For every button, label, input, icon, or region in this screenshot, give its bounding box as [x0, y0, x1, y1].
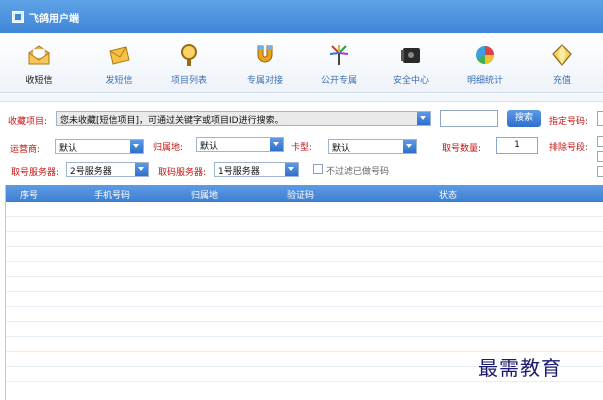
pie-chart-icon	[476, 46, 494, 64]
toolbar-item-label: 明细统计	[466, 76, 503, 86]
fetch-code-server-value: 1号服务器	[218, 167, 260, 177]
designate-number-label: 指定号码:	[549, 117, 589, 127]
card-type-label: 卡型:	[291, 143, 313, 153]
toolbar-item-receive-sms[interactable]: 收短信	[4, 33, 74, 93]
table-row	[6, 291, 603, 292]
chevron-down-icon[interactable]	[270, 138, 283, 151]
toolbar-item-label: 专属对接	[246, 76, 283, 86]
toolbar-item-send-sms[interactable]: 发短信	[84, 33, 154, 93]
diamond-icon	[552, 44, 572, 66]
toolbar-item-label: 充值	[552, 76, 571, 86]
fetch-code-server-label: 取码服务器:	[158, 168, 207, 178]
exclude-segment-input-1[interactable]	[597, 136, 603, 147]
table-row	[6, 231, 603, 232]
toolbar-item-exclusive-docking[interactable]: 专属对接	[230, 33, 300, 93]
carrier-select-value: 默认	[59, 144, 78, 154]
carrier-label: 运营商:	[10, 145, 41, 155]
toolbar-item-label: 发短信	[105, 76, 133, 86]
safe-icon	[401, 48, 420, 63]
magnet-icon	[257, 45, 273, 63]
count-input[interactable]: 1	[496, 137, 538, 154]
table-row	[6, 261, 603, 262]
region-label: 归属地:	[153, 143, 184, 153]
main-toolbar: 收短信 发短信 项目列表 专属对接 公开专属 安全中心 明细统计 充值	[0, 33, 603, 93]
card-type-select[interactable]: 默认	[328, 139, 417, 154]
chevron-down-icon[interactable]	[285, 163, 298, 176]
toolbar-item-label: 项目列表	[170, 76, 207, 86]
table-row	[6, 306, 603, 307]
app-logo-icon	[12, 11, 24, 23]
search-input[interactable]	[440, 110, 498, 127]
column-header-code[interactable]: 验证码	[287, 188, 314, 201]
toolbar-item-recharge[interactable]: 充值	[527, 33, 597, 93]
toolbar-item-label: 收短信	[25, 76, 53, 86]
project-label: 收藏项目:	[8, 117, 48, 127]
exclude-segment-input-3[interactable]	[597, 166, 603, 177]
chevron-down-icon[interactable]	[135, 163, 148, 176]
watermark-text: 最需教育	[478, 356, 562, 380]
envelope-send-icon	[109, 46, 130, 65]
region-select-value: 默认	[200, 142, 219, 152]
card-type-select-value: 默认	[332, 144, 351, 154]
column-header-status[interactable]: 状态	[439, 188, 457, 201]
envelope-open-icon	[28, 45, 50, 65]
fetch-number-server-label: 取号服务器:	[11, 168, 60, 178]
chevron-down-icon[interactable]	[130, 140, 143, 153]
table-header: 序号 手机号码 归属地 验证码 状态	[6, 185, 603, 202]
filter-used-checkbox[interactable]	[313, 164, 323, 174]
table-row	[6, 246, 603, 247]
designate-number-input[interactable]	[597, 111, 603, 126]
column-header-phone[interactable]: 手机号码	[94, 188, 130, 201]
toolbar-item-project-list[interactable]: 项目列表	[154, 33, 224, 93]
count-input-value: 1	[514, 140, 520, 150]
fetch-number-server-value: 2号服务器	[70, 167, 112, 177]
toolbar-item-detail-stats[interactable]: 明细统计	[450, 33, 520, 93]
magnifier-icon	[181, 44, 197, 66]
toolbar-item-label: 公开专属	[320, 76, 357, 86]
project-select[interactable]: 您未收藏[短信项目]，可通过关键字或项目ID进行搜索。	[56, 111, 431, 126]
search-button[interactable]: 搜索	[507, 110, 541, 127]
chevron-down-icon[interactable]	[417, 112, 430, 125]
region-select[interactable]: 默认	[196, 137, 284, 152]
count-label: 取号数量:	[442, 144, 482, 154]
fetch-code-server-select[interactable]: 1号服务器	[214, 162, 299, 177]
column-header-index[interactable]: 序号	[20, 188, 38, 201]
exclude-segment-label: 排除号段:	[549, 143, 589, 153]
table-row	[6, 321, 603, 322]
table-row	[6, 276, 603, 277]
table-row	[6, 381, 603, 382]
exclude-segment-input-2[interactable]	[597, 151, 603, 162]
table-row	[6, 336, 603, 337]
fireworks-icon	[329, 45, 349, 65]
toolbar-item-security-center[interactable]: 安全中心	[376, 33, 446, 93]
fetch-number-server-select[interactable]: 2号服务器	[66, 162, 149, 177]
table-row	[6, 216, 603, 217]
toolbar-separator	[0, 94, 603, 102]
chevron-down-icon[interactable]	[403, 140, 416, 153]
column-header-region[interactable]: 归属地	[191, 188, 218, 201]
filter-used-label[interactable]: 不过滤已做号码	[326, 164, 389, 177]
toolbar-item-public-exclusive[interactable]: 公开专属	[304, 33, 374, 93]
project-select-value: 您未收藏[短信项目]，可通过关键字或项目ID进行搜索。	[60, 116, 284, 126]
title-bar: 飞鸽用户端	[0, 0, 603, 33]
carrier-select[interactable]: 默认	[55, 139, 144, 154]
toolbar-item-label: 安全中心	[392, 76, 429, 86]
window-title: 飞鸽用户端	[29, 14, 79, 25]
